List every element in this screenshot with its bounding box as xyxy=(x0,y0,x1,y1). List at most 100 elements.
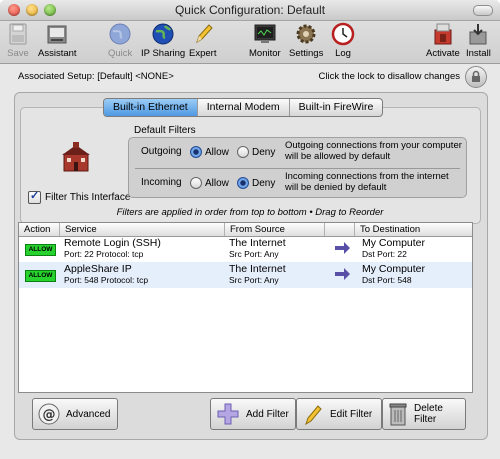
source-name: The Internet xyxy=(229,263,286,275)
outgoing-deny-radio[interactable]: Deny xyxy=(237,146,275,158)
toolbar-settings-button[interactable]: Settings xyxy=(289,22,323,59)
add-filter-label: Add Filter xyxy=(246,408,289,420)
tab-built-in-ethernet[interactable]: Built-in Ethernet xyxy=(104,99,198,116)
destination-detail: Dst Port: 548 xyxy=(362,275,412,285)
service-name: Remote Login (SSH) xyxy=(64,237,161,249)
right-arrow-icon xyxy=(335,268,350,280)
column-header-to-destination[interactable]: To Destination xyxy=(355,223,472,236)
lock-icon xyxy=(472,70,480,82)
table-header: Action Service From Source To Destinatio… xyxy=(19,223,472,237)
default-filters-box: Outgoing Allow Deny Outgoing connections… xyxy=(128,137,467,198)
delete-filter-label: Delete Filter xyxy=(414,403,443,425)
outgoing-allow-radio[interactable]: Allow xyxy=(190,146,229,158)
toolbar-ip-sharing-label: IP Sharing xyxy=(141,48,186,59)
radio-selected-icon xyxy=(237,177,249,189)
toolbar-expert-button[interactable]: Expert xyxy=(189,22,216,59)
toolbar: Save Assistant Quick IP Sharing Expert M… xyxy=(0,21,500,64)
service-detail: Port: 548 Protocol: tcp xyxy=(64,275,149,285)
svg-text:@: @ xyxy=(43,408,56,423)
tab-internal-modem[interactable]: Internal Modem xyxy=(198,99,290,116)
monitor-icon xyxy=(254,24,276,43)
window: Quick Configuration: Default Save Assist… xyxy=(0,0,500,459)
outgoing-row: Outgoing Allow Deny Outgoing connections… xyxy=(129,138,466,166)
right-arrow-icon xyxy=(335,242,350,254)
toolbar-toggle-button[interactable] xyxy=(473,5,493,16)
save-icon xyxy=(9,23,27,45)
filter-table[interactable]: Action Service From Source To Destinatio… xyxy=(18,222,473,393)
tab-built-in-firewire[interactable]: Built-in FireWire xyxy=(290,99,383,116)
interface-tabs: Built-in Ethernet Internal Modem Built-i… xyxy=(103,98,384,117)
install-icon xyxy=(469,24,487,45)
gear-icon xyxy=(296,24,316,44)
trash-icon xyxy=(389,403,407,426)
incoming-deny-label: Deny xyxy=(252,177,276,189)
destination-detail: Dst Port: 22 xyxy=(362,249,407,259)
allow-badge: ALLOW xyxy=(25,270,56,282)
column-header-service[interactable]: Service xyxy=(60,223,225,236)
filter-button-bar: @ Advanced Add Filter Edit Filter Delete… xyxy=(32,398,466,432)
table-row[interactable]: ALLOW Remote Login (SSH) Port: 22 Protoc… xyxy=(19,236,472,262)
source-detail: Src Port: Any xyxy=(229,249,279,259)
advanced-button[interactable]: @ Advanced xyxy=(32,398,118,430)
toolbar-ip-sharing-button[interactable]: IP Sharing xyxy=(141,22,185,59)
column-header-action[interactable]: Action xyxy=(19,223,60,236)
toolbar-save-label: Save xyxy=(7,48,29,59)
toolbar-quick-button[interactable]: Quick xyxy=(108,22,132,59)
advanced-label: Advanced xyxy=(66,408,111,420)
lock-button[interactable] xyxy=(465,66,487,88)
radio-selected-icon xyxy=(190,146,202,158)
pencil-icon xyxy=(195,24,213,44)
toolbar-activate-button[interactable]: Activate xyxy=(426,22,460,59)
at-sign-icon: @ xyxy=(38,403,60,425)
edit-filter-button[interactable]: Edit Filter xyxy=(296,398,382,430)
incoming-allow-label: Allow xyxy=(205,177,229,189)
incoming-description: Incoming connections from the internet w… xyxy=(285,171,449,193)
column-header-arrow xyxy=(325,223,355,236)
outgoing-allow-label: Allow xyxy=(205,146,229,158)
toolbar-assistant-label: Assistant xyxy=(38,48,77,59)
toolbar-install-button[interactable]: Install xyxy=(466,22,491,59)
toolbar-expert-label: Expert xyxy=(189,48,217,59)
toolbar-log-label: Log xyxy=(335,48,351,59)
service-name: AppleShare IP xyxy=(64,263,132,275)
clock-icon xyxy=(331,22,355,46)
column-header-from-source[interactable]: From Source xyxy=(225,223,325,236)
toolbar-log-button[interactable]: Log xyxy=(331,22,355,59)
source-detail: Src Port: Any xyxy=(229,275,279,285)
source-name: The Internet xyxy=(229,237,286,249)
toolbar-monitor-label: Monitor xyxy=(249,48,281,59)
building-icon xyxy=(62,142,90,172)
toolbar-monitor-button[interactable]: Monitor xyxy=(249,22,281,59)
lock-hint: Click the lock to disallow changes xyxy=(318,71,460,82)
ip-sharing-globe-icon xyxy=(152,23,174,45)
destination-name: My Computer xyxy=(362,263,426,275)
toolbar-activate-label: Activate xyxy=(426,48,460,59)
associated-setup: Associated Setup: [Default] <NONE> xyxy=(18,71,174,82)
toolbar-assistant-button[interactable]: Assistant xyxy=(38,22,77,59)
incoming-label: Incoming xyxy=(141,177,182,188)
incoming-deny-radio[interactable]: Deny xyxy=(237,177,275,189)
quick-globe-icon xyxy=(109,23,131,45)
delete-filter-button[interactable]: Delete Filter xyxy=(382,398,466,430)
toolbar-save-button[interactable]: Save xyxy=(6,22,30,59)
filter-interface-label: Filter This Interface xyxy=(45,192,131,203)
filter-interface-checkbox[interactable]: Filter This Interface xyxy=(28,189,131,204)
outgoing-label: Outgoing xyxy=(141,146,182,157)
pencil-icon xyxy=(305,405,322,426)
checkbox-icon xyxy=(28,189,41,204)
edit-filter-label: Edit Filter xyxy=(330,408,373,420)
incoming-allow-radio[interactable]: Allow xyxy=(190,177,229,189)
radio-unselected-icon xyxy=(190,177,202,189)
toolbar-settings-label: Settings xyxy=(289,48,324,59)
assistant-icon xyxy=(47,25,67,44)
title-bar[interactable]: Quick Configuration: Default xyxy=(0,0,500,21)
table-row[interactable]: ALLOW AppleShare IP Port: 548 Protocol: … xyxy=(19,262,472,288)
toolbar-quick-label: Quick xyxy=(108,48,133,59)
toolbar-install-label: Install xyxy=(466,48,491,59)
add-filter-button[interactable]: Add Filter xyxy=(210,398,296,430)
allow-badge: ALLOW xyxy=(25,244,56,256)
incoming-row: Incoming Allow Deny Incoming connections… xyxy=(129,169,466,197)
outgoing-deny-label: Deny xyxy=(252,146,276,158)
activate-icon xyxy=(434,23,452,45)
destination-name: My Computer xyxy=(362,237,426,249)
